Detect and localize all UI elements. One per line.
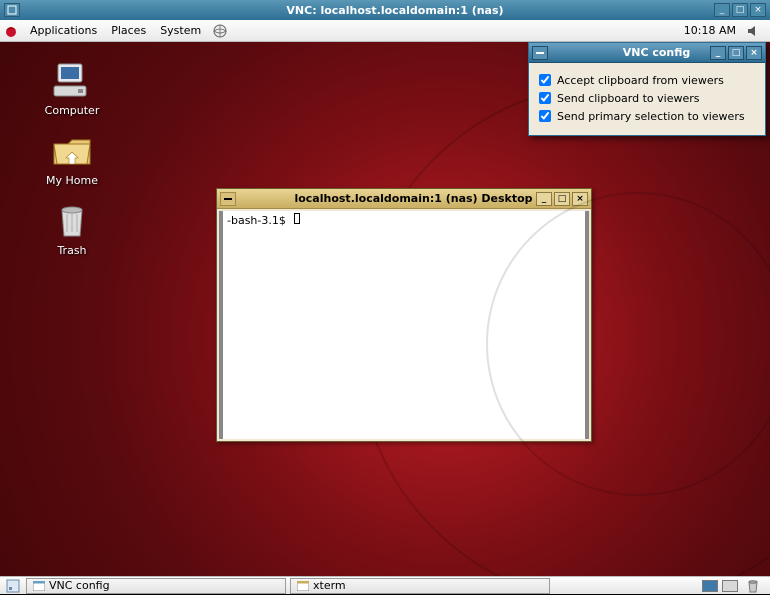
desktop-icon-label: Trash [55,243,88,258]
window-menu-icon[interactable] [532,46,548,60]
outer-window-titlebar: VNC: localhost.localdomain:1 (nas) _ □ × [0,0,770,20]
bottom-panel: VNC config xterm [0,576,770,594]
vnc-option-accept-clipboard[interactable]: Accept clipboard from viewers [539,71,755,89]
desktop-icon-label: Computer [43,103,102,118]
outer-minimize-button[interactable]: _ [714,3,730,17]
top-panel: Applications Places System 10:18 AM [0,20,770,42]
outer-window-title: VNC: localhost.localdomain:1 (nas) [20,4,770,17]
vnc-config-body: Accept clipboard from viewers Send clipb… [529,63,765,135]
system-menu[interactable]: System [154,24,207,37]
window-icon [33,580,45,592]
window-menu-icon[interactable] [220,192,236,206]
vnc-config-window: VNC config _ □ × Accept clipboard from v… [528,42,766,136]
desktop: Computer My Home Trash VNC config _ □ × [0,42,770,576]
terminal-cursor [294,213,300,224]
vnc-option-label: Send clipboard to viewers [557,92,700,105]
vnc-option-label: Accept clipboard from viewers [557,74,724,87]
redhat-menu-icon[interactable] [2,22,20,40]
desktop-icon-computer[interactable]: Computer [32,60,112,118]
terminal-prompt: -bash-3.1$ [227,214,286,227]
close-button[interactable]: × [572,192,588,206]
checkbox[interactable] [539,74,551,86]
places-menu[interactable]: Places [105,24,152,37]
terminal-content[interactable]: -bash-3.1$ [219,211,589,439]
taskbar-item-xterm[interactable]: xterm [290,578,550,594]
checkbox[interactable] [539,110,551,122]
trash-icon [50,200,94,240]
xterm-titlebar[interactable]: localhost.localdomain:1 (nas) Desktop _ … [217,189,591,209]
clock[interactable]: 10:18 AM [684,24,736,37]
computer-icon [50,60,94,100]
checkbox[interactable] [539,92,551,104]
taskbar-item-vnc-config[interactable]: VNC config [26,578,286,594]
workspace-1[interactable] [702,580,718,592]
outer-maximize-button[interactable]: □ [732,3,748,17]
desktop-icon-label: My Home [44,173,100,188]
workspace-2[interactable] [722,580,738,592]
minimize-button[interactable]: _ [710,46,726,60]
vnc-option-label: Send primary selection to viewers [557,110,745,123]
vnc-option-send-primary[interactable]: Send primary selection to viewers [539,107,755,125]
maximize-button[interactable]: □ [554,192,570,206]
show-desktop-icon[interactable] [4,577,22,595]
volume-tray-icon[interactable] [744,22,762,40]
desktop-icon-myhome[interactable]: My Home [32,130,112,188]
outer-system-menu-icon[interactable] [4,3,20,17]
taskbar-item-label: xterm [313,579,346,592]
browser-launcher-icon[interactable] [211,22,229,40]
applications-menu[interactable]: Applications [24,24,103,37]
trash-tray-icon[interactable] [744,577,762,595]
home-folder-icon [50,130,94,170]
outer-close-button[interactable]: × [750,3,766,17]
minimize-button[interactable]: _ [536,192,552,206]
vnc-config-titlebar[interactable]: VNC config _ □ × [529,43,765,63]
xterm-window: localhost.localdomain:1 (nas) Desktop _ … [216,188,592,442]
desktop-icon-trash[interactable]: Trash [32,200,112,258]
close-button[interactable]: × [746,46,762,60]
maximize-button[interactable]: □ [728,46,744,60]
window-icon [297,580,309,592]
vnc-option-send-clipboard[interactable]: Send clipboard to viewers [539,89,755,107]
taskbar-item-label: VNC config [49,579,110,592]
